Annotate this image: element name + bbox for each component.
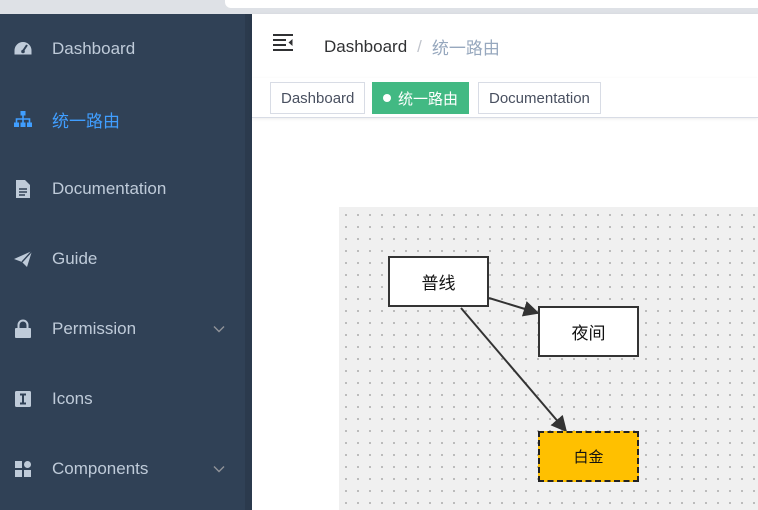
dashboard-icon bbox=[13, 39, 33, 59]
sidebar-item-documentation[interactable]: Documentation bbox=[0, 154, 245, 224]
component-icon bbox=[13, 459, 33, 479]
flow-node-putong[interactable]: 普线 bbox=[388, 256, 489, 307]
guide-icon bbox=[13, 249, 33, 269]
flow-node-yejian[interactable]: 夜间 bbox=[538, 306, 639, 357]
node-label: 白金 bbox=[573, 448, 604, 466]
sidebar-item-guide[interactable]: Guide bbox=[0, 224, 245, 294]
node-label: 夜间 bbox=[571, 324, 606, 344]
sidebar-item-label: Icons bbox=[52, 389, 93, 408]
sidebar-item-label: 统一路由 bbox=[52, 111, 120, 131]
sidebar-item-label: Guide bbox=[52, 249, 98, 268]
breadcrumb-current: 统一路由 bbox=[431, 39, 500, 58]
hamburger-icon[interactable] bbox=[272, 32, 294, 54]
breadcrumb-home[interactable]: Dashboard bbox=[324, 37, 407, 57]
breadcrumb: Dashboard / 统一路由 bbox=[324, 34, 500, 59]
sidebar-item-label: Documentation bbox=[52, 179, 167, 198]
tree-icon bbox=[13, 109, 33, 129]
sidebar-item-icons[interactable]: Icons bbox=[0, 364, 245, 434]
tags-view: Dashboard 统一路由 Documentation bbox=[252, 78, 758, 118]
navbar: Dashboard / 统一路由 bbox=[252, 14, 758, 78]
tag-unified-route[interactable]: 统一路由 bbox=[372, 82, 470, 114]
browser-top-strip bbox=[0, 0, 758, 14]
flow-node-baijin[interactable]: 白金 bbox=[538, 431, 639, 482]
chevron-down-icon bbox=[213, 326, 225, 333]
tag-label: Dashboard bbox=[281, 89, 355, 107]
sidebar-item-label: Dashboard bbox=[52, 39, 136, 58]
sidebar-item-dashboard[interactable]: Dashboard bbox=[0, 14, 245, 84]
address-bar-edge bbox=[225, 0, 758, 8]
breadcrumb-separator: / bbox=[417, 36, 422, 56]
active-dot-icon bbox=[383, 94, 391, 102]
sidebar-item-unified-route[interactable]: 统一路由 bbox=[0, 84, 245, 154]
sidebar-item-permission[interactable]: Permission bbox=[0, 294, 245, 364]
sidebar: Dashboard 统一路由 Documentation Guide Permi… bbox=[0, 14, 252, 510]
sidebar-item-label: Components bbox=[52, 459, 149, 478]
chevron-down-icon bbox=[213, 466, 225, 473]
documentation-icon bbox=[13, 179, 33, 199]
icons-icon bbox=[13, 389, 33, 409]
flow-canvas[interactable]: 普线 夜间 白金 bbox=[339, 207, 758, 510]
sidebar-item-components[interactable]: Components bbox=[0, 434, 245, 504]
tag-documentation[interactable]: Documentation bbox=[478, 82, 601, 114]
sidebar-item-label: Permission bbox=[52, 319, 137, 338]
tag-label: 统一路由 bbox=[398, 90, 459, 108]
lock-icon bbox=[13, 319, 33, 339]
edge-putong-to-yejian bbox=[488, 297, 540, 317]
sidebar-edge bbox=[245, 14, 252, 510]
tag-label: Documentation bbox=[489, 89, 590, 107]
tag-dashboard[interactable]: Dashboard bbox=[270, 82, 366, 114]
node-label: 普线 bbox=[421, 274, 456, 294]
